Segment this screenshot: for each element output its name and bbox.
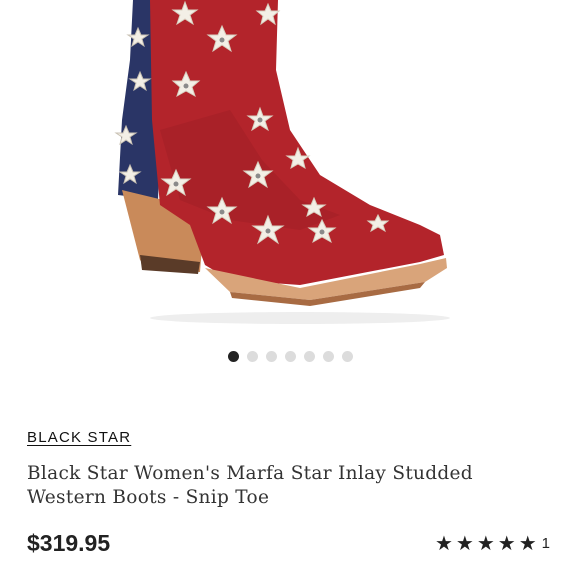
- product-price: $319.95: [27, 530, 111, 556]
- star-icon: ★: [518, 531, 537, 555]
- western-boot-image: [114, 0, 450, 324]
- star-icon: ★: [476, 531, 495, 555]
- product-title-line-2: Western Boots - Snip Toe: [27, 487, 270, 508]
- gallery-dot-3[interactable]: [265, 351, 277, 362]
- star-icon: ★: [434, 531, 453, 555]
- gallery-dot-2[interactable]: [246, 351, 258, 362]
- product-rating[interactable]: ★ ★ ★ ★ ★ 1: [435, 533, 550, 553]
- product-title: Black Star Women's Marfa Star Inlay Stud…: [27, 462, 547, 510]
- product-page: BLACK STAR Black Star Women's Marfa Star…: [0, 0, 580, 580]
- review-count: 1: [541, 534, 550, 552]
- gallery-dot-7[interactable]: [341, 351, 353, 362]
- gallery-dot-4[interactable]: [284, 351, 296, 362]
- star-icon: ★: [497, 531, 516, 555]
- product-title-line-1: Black Star Women's Marfa Star Inlay Stud…: [27, 463, 473, 484]
- product-image-gallery[interactable]: [0, 0, 580, 330]
- gallery-dot-6[interactable]: [322, 351, 334, 362]
- gallery-pagination: [0, 351, 580, 362]
- gallery-dot-5[interactable]: [303, 351, 315, 362]
- star-icon: ★: [455, 531, 474, 555]
- gallery-dot-1[interactable]: [227, 351, 239, 362]
- brand-link[interactable]: BLACK STAR: [27, 429, 131, 446]
